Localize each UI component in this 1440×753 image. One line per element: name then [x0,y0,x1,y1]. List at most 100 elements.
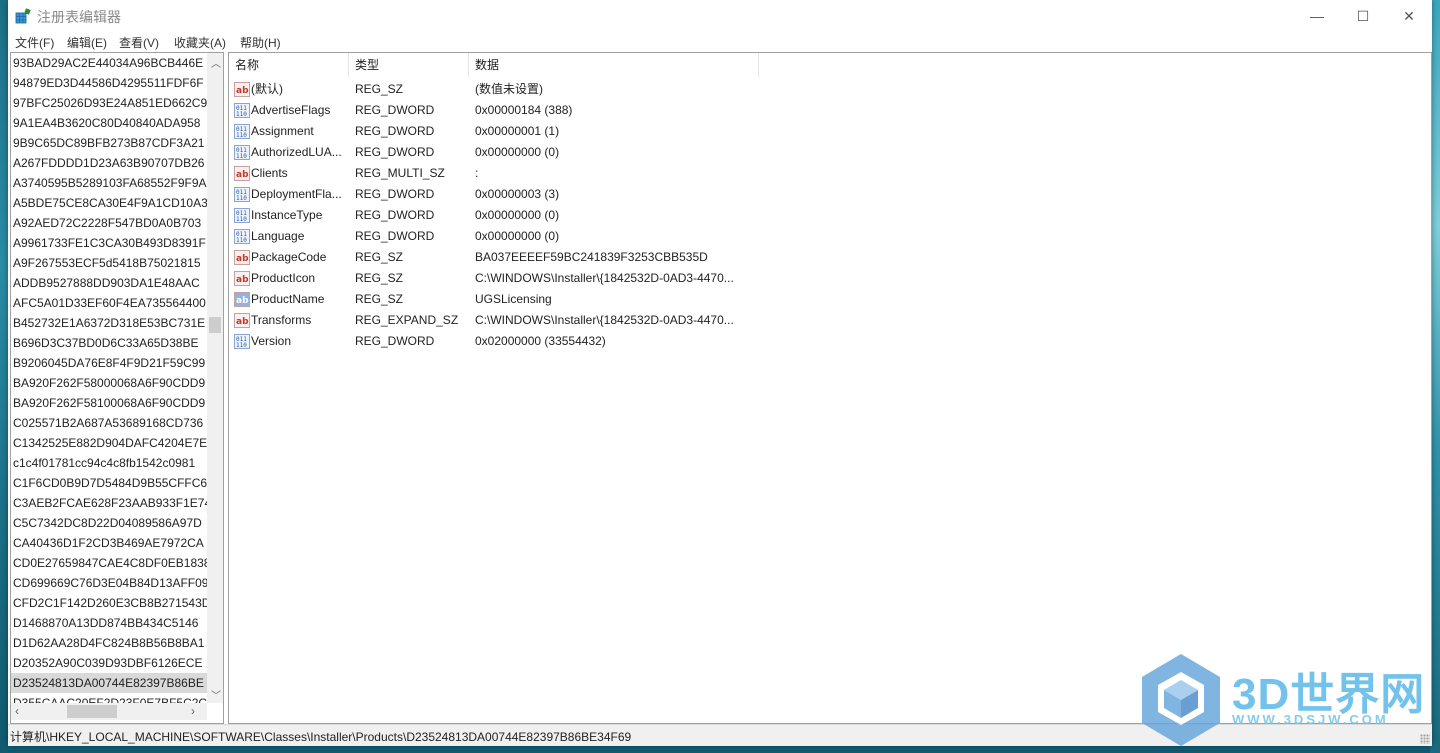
title-bar[interactable]: 注册表编辑器 — ☐ ✕ [8,0,1432,32]
scroll-left-icon[interactable]: ‹ [15,704,19,718]
binary-value-icon: 011 110 [234,208,250,223]
tree-item[interactable]: 9B9C65DC89BFB273B87CDF3A21 [11,133,207,153]
list-row[interactable]: ab PackageCode REG_SZ BA037EEEEF59BC241839F… [229,247,769,268]
tree-item[interactable]: A3740595B5289103FA68552F9F9A [11,173,207,193]
list-row[interactable]: 011 110 AuthorizedLUA... REG_DWORD 0x0000000… [229,142,769,163]
tree-horizontal-scroll-thumb[interactable] [67,705,117,718]
tree-item[interactable]: D1468870A13DD874BB434C5146 [11,613,207,633]
svg-text:110: 110 [236,111,247,118]
list-row[interactable]: 011 110 Assignment REG_DWORD 0x00000001 (1) [229,121,769,142]
tree-item[interactable]: 97BFC25026D93E24A851ED662C9 [11,93,207,113]
minimize-icon: — [1310,8,1324,24]
close-button[interactable]: ✕ [1386,0,1432,32]
tree-item[interactable]: A9F267553ECF5d5418B75021815 [11,253,207,273]
value-type: REG_EXPAND_SZ [355,313,459,327]
tree-item[interactable]: CFD2C1F142D260E3CB8B271543D [11,593,207,613]
svg-text:110: 110 [236,153,247,160]
tree-item[interactable]: CD0E27659847CAE4C8DF0EB1838 [11,553,207,573]
list-row[interactable]: 011 110 Language REG_DWORD 0x00000000 (0) [229,226,769,247]
value-data: 0x00000184 (388) [475,103,573,117]
tree-item[interactable]: A92AED72C2228F547BD0A0B703 [11,213,207,233]
column-header-type[interactable]: 类型 [349,53,469,77]
svg-text:ab: ab [236,275,249,285]
value-data: C:\WINDOWS\Installer\{1842532D-0AD3-4470… [475,271,734,285]
svg-text:110: 110 [236,342,247,349]
tree-item[interactable]: BA920F262F58000068A6F90CDD9 [11,373,207,393]
scroll-right-icon[interactable]: › [191,704,195,718]
minimize-button[interactable]: — [1294,0,1340,32]
tree-item[interactable]: C3AEB2FCAE628F23AAB933F1E74 [11,493,207,513]
tree-item[interactable]: ADDB9527888DD903DA1E48AAC [11,273,207,293]
value-data: BA037EEEEF59BC241839F3253CBB535D [475,250,708,264]
string-value-icon: ab [234,313,250,328]
tree-item[interactable]: CA40436D1F2CD3B469AE7972CA [11,533,207,553]
tree-list: 93BAD29AC2E44034A96BCB446E 94879ED3D44586… [11,53,207,713]
value-name: Clients [251,166,288,180]
list-row[interactable]: 011 110 Version REG_DWORD 0x02000000 (335544… [229,331,769,352]
tree-item[interactable]: AFC5A01D33EF60F4EA735564400 [11,293,207,313]
menu-view[interactable]: 查看(V) [119,34,159,51]
list-row[interactable]: ab Clients REG_MULTI_SZ: [229,163,769,184]
menu-file[interactable]: 文件(F) [15,34,54,51]
tree-item[interactable]: B9206045DA76E8F4F9D21F59C99 [11,353,207,373]
svg-text:ab: ab [236,86,249,96]
list-row[interactable]: ab Transforms REG_EXPAND_SZ C:\WINDOWS\Inst… [229,310,769,331]
value-type: REG_DWORD [355,334,435,348]
value-type: REG_DWORD [355,124,435,138]
tree-item[interactable]: C025571B2A687A53689168CD736 [11,413,207,433]
list-row[interactable]: 011 110 DeploymentFla... REG_DWORD 0x0000000… [229,184,769,205]
list-row[interactable]: ab ProductIcon REG_SZ C:\WINDOWS\Installer\… [229,268,769,289]
tree-item[interactable]: C5C7342DC8D22D04089586A97D [11,513,207,533]
tree-item[interactable]: c1c4f01781cc94c4c8fb1542c0981 [11,453,207,473]
column-header-data[interactable]: 数据 [469,53,759,77]
string-value-icon: ab [234,166,250,181]
svg-text:ab: ab [236,170,249,180]
tree-horizontal-scrollbar[interactable]: ‹ › [11,703,207,720]
tree-item[interactable]: A5BDE75CE8CA30E4F9A1CD10A3 [11,193,207,213]
list-row[interactable]: 011 110 AdvertiseFlags REG_DWORD 0x00000184 … [229,100,769,121]
tree-item[interactable]: A9961733FE1C3CA30B493D8391F [11,233,207,253]
maximize-button[interactable]: ☐ [1340,0,1386,32]
menu-favorites[interactable]: 收藏夹(A) [174,34,226,51]
value-type: REG_DWORD [355,145,435,159]
svg-text:110: 110 [236,132,247,139]
scroll-down-icon[interactable]: ﹀ [211,687,221,702]
menu-help[interactable]: 帮助(H) [240,34,281,51]
tree-item[interactable]: 9A1EA4B3620C80D40840ADA958 [11,113,207,133]
value-name: Assignment [251,124,314,138]
scroll-up-icon[interactable]: ︿ [211,55,221,70]
tree-item[interactable]: B452732E1A6372D318E53BC731E [11,313,207,333]
tree-item[interactable]: D20352A90C039D93DBF6126ECE [11,653,207,673]
value-data: : [475,166,479,180]
svg-text:ab: ab [236,317,249,327]
registry-values-list[interactable]: 名称 类型 数据 ab (默认) REG_SZ (数值未设置) 011 110 Advert… [228,52,1432,724]
tree-vertical-scrollbar[interactable]: ︿ ﹀ [207,53,223,703]
resize-grip-icon[interactable] [1420,734,1430,744]
list-row[interactable]: 011 110 InstanceType REG_DWORD 0x00000000 (0… [229,205,769,226]
value-name: Version [251,334,292,348]
list-header: 名称 类型 数据 [229,53,1431,77]
tree-item[interactable]: 94879ED3D44586D4295511FDF6F [11,73,207,93]
value-name: Language [251,229,305,243]
tree-item[interactable]: BA920F262F58100068A6F90CDD9 [11,393,207,413]
list-row[interactable]: ab (默认) REG_SZ (数值未设置) [229,79,769,100]
tree-item[interactable]: D1D62AA28D4FC824B8B56B8BA1 [11,633,207,653]
tree-item[interactable]: CD699669C76D3E04B84D13AFF09 [11,573,207,593]
menu-edit[interactable]: 编辑(E) [67,34,107,51]
tree-item[interactable]: 93BAD29AC2E44034A96BCB446E [11,53,207,73]
tree-vertical-scroll-thumb[interactable] [209,317,221,333]
tree-item[interactable]: C1342525E882D904DAFC4204E7E [11,433,207,453]
tree-item[interactable]: B696D3C37BD0D6C33A65D38BE [11,333,207,353]
value-type: REG_DWORD [355,103,435,117]
tree-item[interactable]: C1F6CD0B9D7D5484D9B55CFFC6 [11,473,207,493]
window-title: 注册表编辑器 [37,9,121,25]
tree-item[interactable]: A267FDDDD1D23A63B90707DB26 [11,153,207,173]
list-row[interactable]: ab ProductName REG_SZ UGSLicensing [229,289,769,310]
value-type: REG_MULTI_SZ [355,166,445,180]
tree-item[interactable]: D23524813DA00744E82397B86BE [11,673,207,693]
value-name: AdvertiseFlags [251,103,331,117]
column-header-name[interactable]: 名称 [229,53,349,77]
registry-key-tree[interactable]: 93BAD29AC2E44034A96BCB446E 94879ED3D44586… [10,52,224,724]
value-name: Transforms [251,313,312,327]
value-name: DeploymentFla... [251,187,342,201]
